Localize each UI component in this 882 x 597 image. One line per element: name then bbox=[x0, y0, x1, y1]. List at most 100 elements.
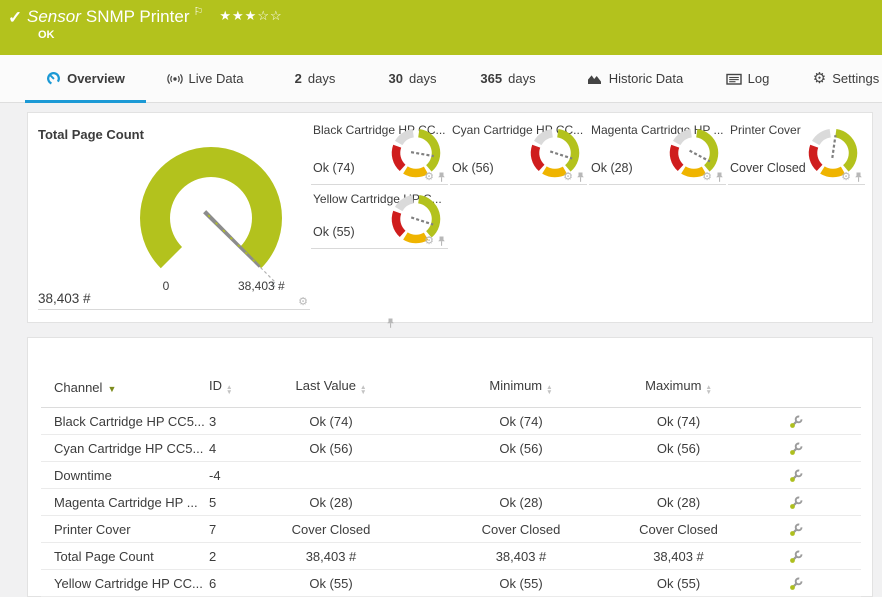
mini-gauge-tile-yellow-cartridge: Yellow Cartridge HP C... Ok (55) ⚙ bbox=[311, 185, 448, 249]
empty-tile bbox=[450, 185, 587, 248]
gauge-needle bbox=[832, 135, 835, 158]
channel-name[interactable]: Magenta Cartridge HP ... bbox=[41, 489, 196, 516]
tab-label: days bbox=[308, 71, 335, 86]
gauge-status-value: Ok (56) bbox=[452, 161, 494, 175]
pin-icon[interactable] bbox=[386, 318, 395, 329]
mini-gauge-tile-cyan-cartridge: Cyan Cartridge HP CC... Ok (56) ⚙ bbox=[450, 113, 587, 185]
tab-log[interactable]: Log bbox=[720, 55, 775, 102]
channel-name[interactable]: Printer Cover bbox=[41, 516, 196, 543]
pin-icon[interactable] bbox=[715, 172, 724, 183]
pin-icon[interactable] bbox=[854, 172, 863, 183]
sensor-name: SNMP Printer bbox=[86, 7, 190, 26]
last-value: 38,403 # bbox=[246, 543, 416, 570]
minimum-value: Ok (28) bbox=[416, 489, 626, 516]
status-badge: OK bbox=[38, 29, 55, 41]
gauge-needle bbox=[411, 152, 434, 156]
sort-icon: ▲▼ bbox=[546, 385, 552, 395]
table-row: Magenta Cartridge HP ... 5 Ok (28) Ok (2… bbox=[41, 489, 861, 516]
minimum-value: Ok (74) bbox=[416, 408, 626, 435]
table-row: Black Cartridge HP CC5... 3 Ok (74) Ok (… bbox=[41, 408, 861, 435]
channel-name[interactable]: Downtime bbox=[41, 462, 196, 489]
tab-bar: Overview Live Data 2 days 30 days 365 da… bbox=[0, 55, 882, 103]
maximum-value: Ok (74) bbox=[626, 408, 731, 435]
gauge-settings-gear-icon[interactable]: ⚙ bbox=[424, 236, 434, 247]
maximum-value: Ok (56) bbox=[626, 435, 731, 462]
mini-gauge-tile-magenta-cartridge: Magenta Cartridge HP ... Ok (28) ⚙ bbox=[589, 113, 726, 185]
channel-name[interactable]: Cyan Cartridge HP CC5... bbox=[41, 435, 196, 462]
gauge-needle bbox=[411, 217, 433, 224]
flag-icon: ⚐ bbox=[193, 6, 203, 18]
last-value: Ok (56) bbox=[246, 435, 416, 462]
tab-label: Settings bbox=[832, 71, 879, 86]
gauge-settings-gear-icon[interactable]: ⚙ bbox=[298, 297, 308, 308]
edit-channel-wrench-icon[interactable] bbox=[789, 496, 803, 510]
tab-2-days[interactable]: 2 days bbox=[285, 55, 345, 102]
pin-icon[interactable] bbox=[437, 236, 446, 247]
empty-tile bbox=[728, 185, 865, 248]
gauge-settings-gear-icon[interactable]: ⚙ bbox=[841, 172, 851, 183]
tab-30-days[interactable]: 30 days bbox=[380, 55, 445, 102]
sort-desc-icon: ▼ bbox=[107, 384, 116, 394]
sensor-header-bar: ✓ SensorSNMP Printer⚐★★★☆☆ OK bbox=[0, 0, 882, 55]
channel-id: 4 bbox=[196, 435, 246, 462]
mini-gauge-tile-printer-cover: Printer Cover Cover Closed ⚙ bbox=[728, 113, 865, 185]
maximum-value bbox=[626, 462, 731, 489]
table-row: Yellow Cartridge HP CC... 6 Ok (55) Ok (… bbox=[41, 570, 861, 597]
last-value: Ok (55) bbox=[246, 570, 416, 597]
gauge-settings-gear-icon[interactable]: ⚙ bbox=[563, 172, 573, 183]
status-check-icon: ✓ bbox=[8, 8, 22, 28]
channel-id: 2 bbox=[196, 543, 246, 570]
tab-365-days[interactable]: 365 days bbox=[473, 55, 543, 102]
channel-id: -4 bbox=[196, 462, 246, 489]
column-header-edit bbox=[731, 338, 861, 408]
table-header-row: Channel▼ ID▲▼ Last Value▲▼ Minimum▲▼ Max… bbox=[41, 338, 861, 408]
tab-settings[interactable]: ⚙ Settings bbox=[810, 55, 882, 102]
gauge-status-value: Ok (28) bbox=[591, 161, 633, 175]
sort-icon: ▲▼ bbox=[360, 385, 366, 395]
channel-name[interactable]: Total Page Count bbox=[41, 543, 196, 570]
channel-id: 5 bbox=[196, 489, 246, 516]
edit-channel-wrench-icon[interactable] bbox=[789, 577, 803, 591]
gauge-icon bbox=[46, 71, 61, 86]
tab-label: Overview bbox=[67, 71, 125, 86]
table-row: Cyan Cartridge HP CC5... 4 Ok (56) Ok (5… bbox=[41, 435, 861, 462]
tab-live-data[interactable]: Live Data bbox=[160, 55, 250, 102]
tab-overview[interactable]: Overview bbox=[25, 55, 146, 102]
gauge-settings-gear-icon[interactable]: ⚙ bbox=[424, 172, 434, 183]
page-title: SensorSNMP Printer⚐★★★☆☆ bbox=[27, 5, 283, 27]
edit-channel-wrench-icon[interactable] bbox=[789, 550, 803, 564]
channel-name[interactable]: Yellow Cartridge HP CC... bbox=[41, 570, 196, 597]
gauge-current-value: 38,403 # bbox=[38, 291, 91, 306]
maximum-value: Ok (55) bbox=[626, 570, 731, 597]
channel-table: Channel▼ ID▲▼ Last Value▲▼ Minimum▲▼ Max… bbox=[41, 338, 861, 597]
channel-table-panel: Channel▼ ID▲▼ Last Value▲▼ Minimum▲▼ Max… bbox=[27, 337, 873, 597]
edit-channel-wrench-icon[interactable] bbox=[789, 523, 803, 537]
gauge-status-value: Ok (55) bbox=[313, 225, 355, 239]
table-row: Downtime -4 bbox=[41, 462, 861, 489]
gauge-needle bbox=[550, 151, 572, 158]
sort-icon: ▲▼ bbox=[226, 385, 232, 395]
column-header-last-value[interactable]: Last Value▲▼ bbox=[246, 338, 416, 408]
minimum-value: Ok (56) bbox=[416, 435, 626, 462]
edit-channel-wrench-icon[interactable] bbox=[789, 442, 803, 456]
maximum-value: Cover Closed bbox=[626, 516, 731, 543]
gauge-needle bbox=[690, 151, 710, 162]
tile-actions: ⚙ bbox=[424, 236, 446, 247]
column-header-channel[interactable]: Channel▼ bbox=[41, 338, 196, 408]
tile-actions: ⚙ bbox=[298, 297, 308, 308]
stars-empty: ☆☆ bbox=[257, 8, 282, 23]
priority-stars[interactable]: ★★★☆☆ bbox=[219, 8, 282, 23]
pin-icon[interactable] bbox=[437, 172, 446, 183]
tab-historic-data[interactable]: Historic Data bbox=[580, 55, 690, 102]
edit-channel-wrench-icon[interactable] bbox=[789, 469, 803, 483]
last-value: Cover Closed bbox=[246, 516, 416, 543]
pin-icon[interactable] bbox=[576, 172, 585, 183]
tab-label: Live Data bbox=[189, 71, 244, 86]
tile-actions: ⚙ bbox=[563, 172, 585, 183]
column-header-id[interactable]: ID▲▼ bbox=[196, 338, 246, 408]
channel-name[interactable]: Black Cartridge HP CC5... bbox=[41, 408, 196, 435]
column-header-minimum[interactable]: Minimum▲▼ bbox=[416, 338, 626, 408]
column-header-maximum[interactable]: Maximum▲▼ bbox=[626, 338, 731, 408]
gauge-settings-gear-icon[interactable]: ⚙ bbox=[702, 172, 712, 183]
edit-channel-wrench-icon[interactable] bbox=[789, 415, 803, 429]
